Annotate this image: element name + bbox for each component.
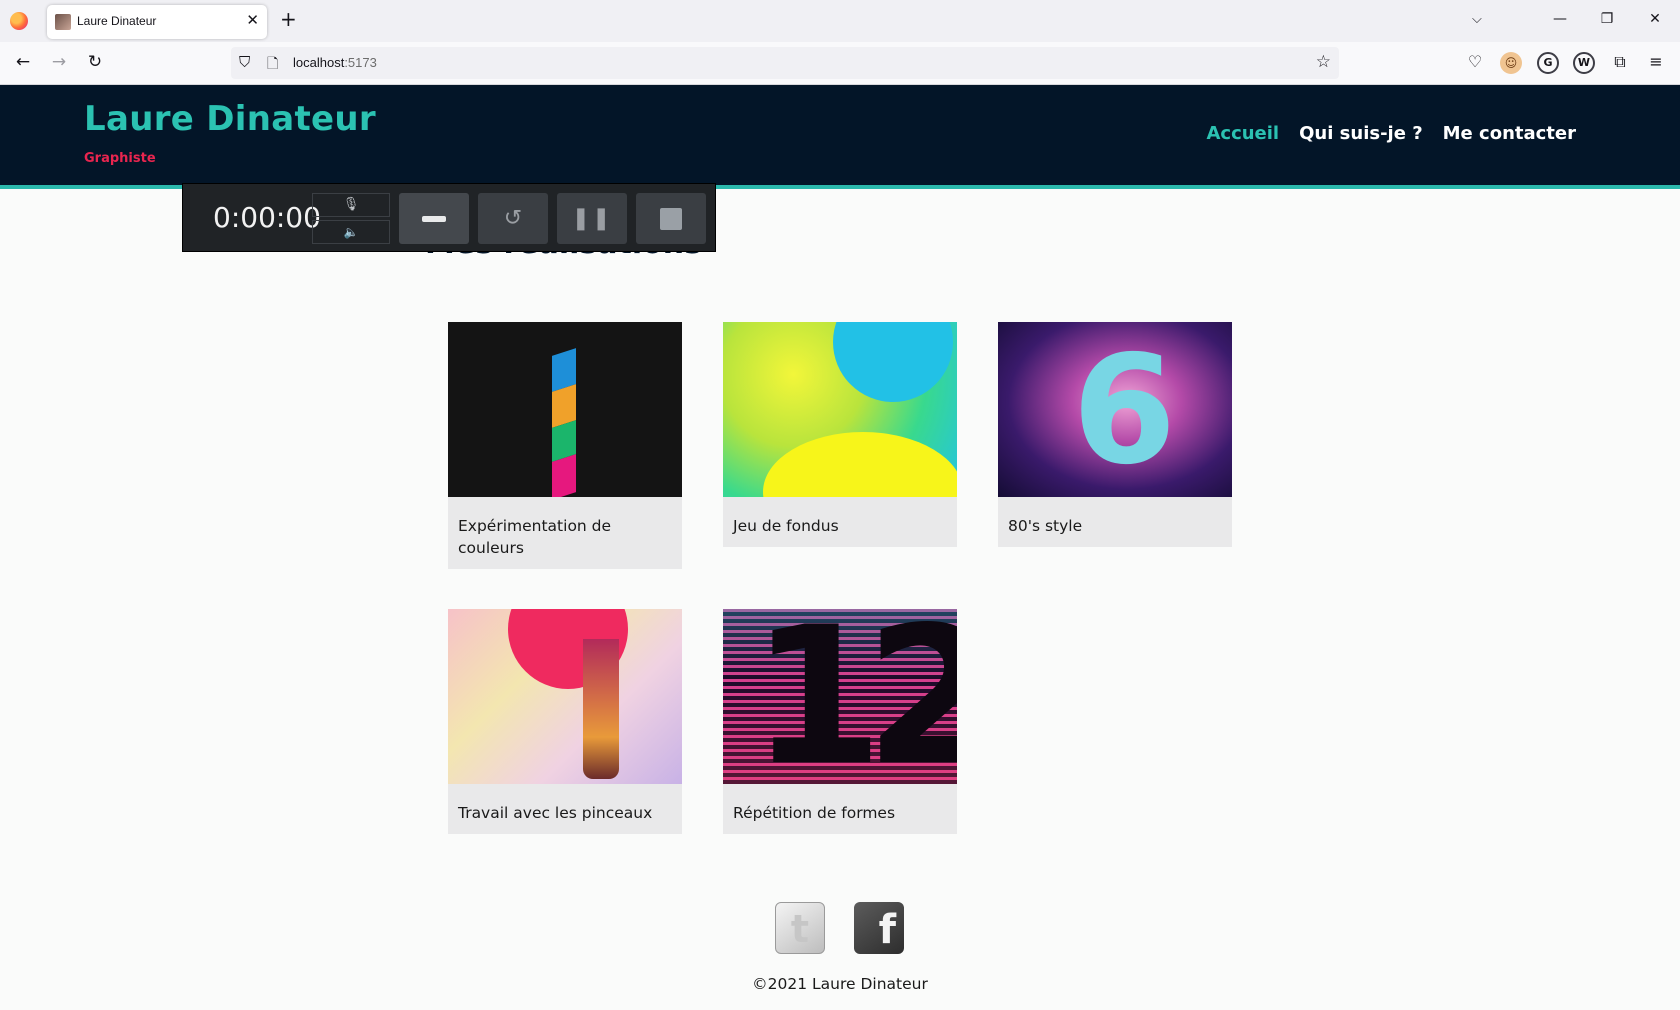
reload-icon[interactable]: ↻ (84, 52, 106, 72)
account-avatar-icon[interactable]: ☺ (1500, 52, 1522, 74)
tab-title: Laure Dinateur (77, 14, 157, 28)
firefox-icon[interactable] (10, 12, 28, 30)
card-image-fades (723, 322, 957, 497)
site-tagline: Graphiste (84, 151, 156, 166)
browser-tab-bar: Laure Dinateur ✕ + ⌵ — ❐ ✕ (0, 0, 1680, 42)
browser-tab[interactable]: Laure Dinateur ✕ (47, 5, 267, 39)
favicon-icon (55, 14, 71, 30)
pause-icon[interactable]: ❚❚ (557, 193, 627, 244)
pocket-icon[interactable]: ♡ (1464, 51, 1486, 73)
card-caption: 80's style (1008, 517, 1083, 535)
menu-item-accueil[interactable]: Accueil (1206, 123, 1279, 144)
page-info-icon[interactable]: 🗋 (267, 53, 278, 77)
portfolio-card[interactable]: Expérimentation de couleurs (448, 322, 682, 569)
url-bar[interactable]: ⛉ 🗋 localhost:5173 ☆ (231, 47, 1339, 79)
copyright-text: ©2021 Laure Dinateur (752, 975, 928, 993)
close-window-icon[interactable]: ✕ (1645, 11, 1665, 27)
bookmark-star-icon[interactable]: ☆ (1316, 52, 1331, 72)
card-image-brushes (448, 609, 682, 784)
extensions-puzzle-icon[interactable]: ⧉ (1609, 51, 1631, 73)
new-tab-icon[interactable]: + (280, 9, 297, 29)
list-tabs-chevron-icon[interactable]: ⌵ (1472, 12, 1482, 27)
browser-nav-bar: ← → ↻ ⛉ 🗋 localhost:5173 ☆ ♡ ☺ G W ⧉ ≡ (0, 42, 1680, 85)
extension-icon[interactable]: G (1537, 52, 1559, 74)
minimize-recorder-button[interactable] (399, 193, 469, 244)
card-image-colors (448, 322, 682, 497)
minimize-icon[interactable]: — (1550, 11, 1570, 27)
card-caption: Jeu de fondus (733, 517, 839, 535)
menu-hamburger-icon[interactable]: ≡ (1645, 51, 1667, 73)
main-menu: Accueil Qui suis-je ? Me contacter (1206, 123, 1576, 144)
recorder-timer: 0:00:00 (213, 201, 321, 234)
microphone-icon[interactable]: 🎙 (312, 193, 390, 217)
site-header: Laure Dinateur Graphiste Accueil Qui sui… (0, 85, 1680, 189)
portfolio-card[interactable]: Jeu de fondus (723, 322, 957, 547)
card-caption: Répétition de formes (733, 804, 896, 822)
menu-item-qui-suis-je[interactable]: Qui suis-je ? (1299, 123, 1423, 144)
portfolio-card[interactable]: Travail avec les pinceaux (448, 609, 682, 834)
portfolio-card[interactable]: 12 Répétition de formes (723, 609, 957, 834)
screen-recorder-toolbar: 0:00:00 🎙 🔈 ↺ ❚❚ (182, 183, 716, 252)
close-tab-icon[interactable]: ✕ (246, 11, 259, 29)
shield-icon[interactable]: ⛉ (239, 53, 250, 71)
speaker-icon[interactable]: 🔈 (312, 220, 390, 244)
restore-icon[interactable]: ❐ (1597, 11, 1617, 27)
facebook-icon[interactable]: f (854, 902, 904, 954)
wordpress-icon[interactable]: W (1573, 52, 1595, 74)
restart-recording-icon[interactable]: ↺ (478, 193, 548, 244)
twitter-icon[interactable]: t (775, 902, 825, 954)
site-brand[interactable]: Laure Dinateur (84, 99, 376, 139)
portfolio-card[interactable]: 6 80's style (998, 322, 1232, 547)
card-caption: Travail avec les pinceaux (458, 804, 653, 822)
menu-item-me-contacter[interactable]: Me contacter (1443, 123, 1576, 144)
card-image-80s: 6 (998, 322, 1232, 497)
card-image-shapes: 12 (723, 609, 957, 784)
stop-recording-icon[interactable] (636, 193, 706, 244)
url-text[interactable]: localhost:5173 (293, 55, 377, 70)
card-caption: Expérimentation de couleurs (458, 517, 612, 557)
back-arrow-icon[interactable]: ← (12, 52, 34, 72)
forward-arrow-icon[interactable]: → (48, 52, 70, 72)
